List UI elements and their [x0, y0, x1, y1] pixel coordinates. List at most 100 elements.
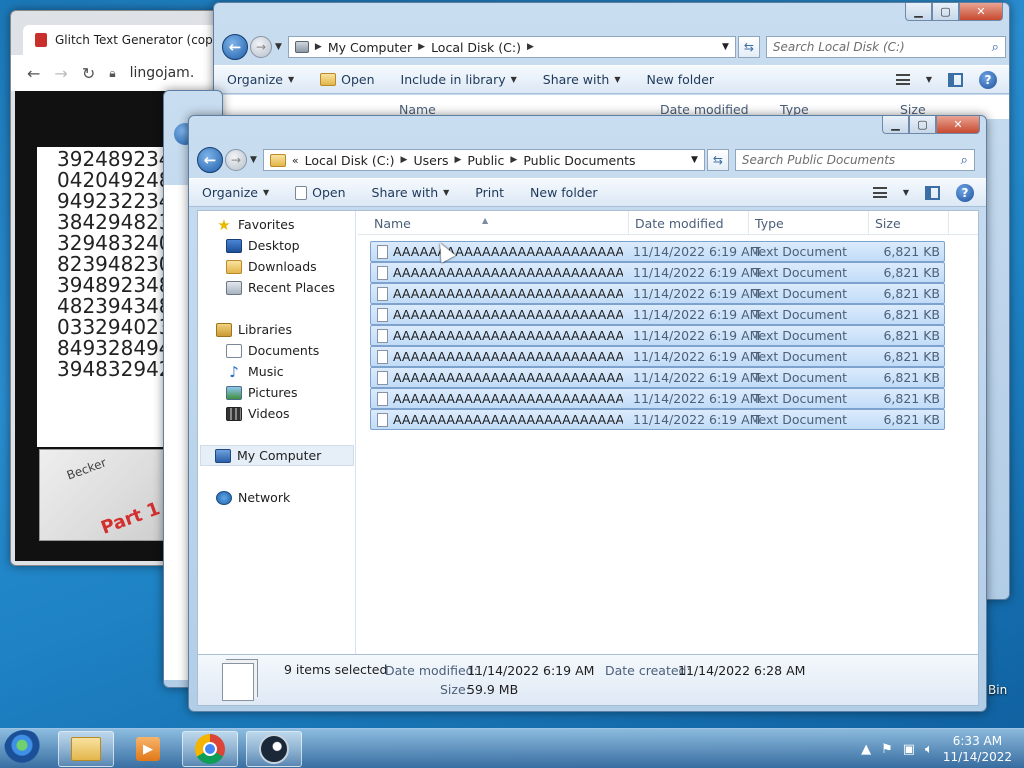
file-row[interactable]: AAAAAAAAAAAAAAAAAAAAAAAAAAAA... 11/14/202…	[370, 262, 945, 283]
nav-videos[interactable]: Videos	[226, 406, 290, 421]
address-bar[interactable]: « Local Disk (C:) ▶ Users ▶ Public ▶ Pub…	[262, 149, 705, 171]
file-date-modified: 11/14/2022 6:19 AM	[633, 328, 761, 343]
breadcrumb-public-documents[interactable]: Public Documents	[523, 153, 635, 168]
close-button[interactable]: ✕	[936, 116, 980, 134]
file-row[interactable]: AAAAAAAAAAAAAAAAAAAAAAAAAAAA... 11/14/202…	[370, 388, 945, 409]
help-icon[interactable]: ?	[956, 183, 974, 202]
text-document-icon	[377, 329, 388, 343]
clock[interactable]: 6:33 AM 11/14/2022	[943, 733, 1012, 765]
column-type[interactable]: Type	[755, 216, 784, 231]
address-dropdown-icon[interactable]: ▼	[722, 42, 729, 52]
caret-down-icon[interactable]: ▼	[903, 188, 909, 197]
print-button[interactable]: Print	[462, 185, 517, 200]
search-icon[interactable]: ⌕	[992, 40, 999, 55]
refresh-button[interactable]: ⇆	[737, 36, 760, 58]
include-in-library-button[interactable]: Include in library ▼	[388, 72, 530, 87]
taskbar-steam[interactable]	[246, 731, 302, 767]
address-dropdown-icon[interactable]: ▼	[691, 155, 698, 165]
text-document-icon	[377, 350, 388, 364]
open-button[interactable]: Open	[307, 72, 387, 87]
file-row[interactable]: AAAAAAAAAAAAAAAAAAAAAAAAAAAA... 11/14/202…	[370, 325, 945, 346]
close-button[interactable]: ✕	[959, 3, 1003, 21]
caret-down-icon[interactable]: ▼	[926, 75, 932, 84]
sort-ascending-icon: ▲	[482, 216, 489, 225]
file-row[interactable]: AAAAAAAAAAAAAAAAAAAAAAAAAAAA... 11/14/202…	[370, 304, 945, 325]
column-divider[interactable]	[868, 211, 869, 235]
nav-documents[interactable]: Documents	[226, 343, 319, 358]
share-with-label: Share with	[371, 185, 439, 200]
breadcrumb-local-disk[interactable]: Local Disk (C:)	[305, 153, 395, 168]
new-folder-button[interactable]: New folder	[517, 185, 611, 200]
url-bar[interactable]: lingojam.	[130, 65, 195, 81]
overflow-chevron-icon[interactable]: «	[292, 154, 299, 167]
file-row[interactable]: AAAAAAAAAAAAAAAAAAAAAAAAAAAA... 11/14/202…	[370, 283, 945, 304]
column-divider[interactable]	[628, 211, 629, 235]
nav-desktop[interactable]: Desktop	[226, 238, 300, 253]
file-row[interactable]: AAAAAAAAAAAAAAAAAAAAAAAAAAAA... 11/14/202…	[370, 346, 945, 367]
breadcrumb-public[interactable]: Public	[467, 153, 504, 168]
view-options-icon[interactable]	[895, 74, 910, 85]
breadcrumb-local-disk[interactable]: Local Disk (C:)	[431, 40, 521, 55]
forward-button[interactable]: →	[225, 149, 247, 171]
search-input[interactable]: Search Local Disk (C:) ⌕	[765, 36, 1006, 58]
nav-music[interactable]: ♪ Music	[226, 364, 283, 379]
forward-arrow-icon[interactable]: →	[54, 64, 67, 83]
recent-pages-dropdown[interactable]: ▼	[275, 42, 282, 52]
clock-date: 11/14/2022	[942, 750, 1012, 764]
nav-recent-places[interactable]: Recent Places	[226, 280, 335, 295]
column-name[interactable]: Name	[374, 216, 411, 231]
reload-icon[interactable]: ↻	[82, 64, 95, 83]
preview-pane-icon[interactable]	[948, 72, 963, 87]
share-with-button[interactable]: Share with ▼	[359, 185, 463, 200]
open-button[interactable]: Open	[282, 185, 358, 200]
maximize-button[interactable]: ▢	[932, 3, 959, 21]
maximize-button[interactable]: ▢	[909, 116, 936, 134]
column-size[interactable]: Size	[875, 216, 901, 231]
book-part-text: Part 1	[98, 498, 163, 539]
minimize-button[interactable]: ▁	[905, 3, 932, 21]
refresh-button[interactable]: ⇆	[706, 149, 729, 171]
forward-button[interactable]: →	[250, 36, 272, 58]
recent-pages-dropdown[interactable]: ▼	[250, 155, 257, 165]
minimize-button[interactable]: ▁	[882, 116, 909, 134]
back-button[interactable]: ←	[222, 34, 248, 60]
column-divider[interactable]	[748, 211, 749, 235]
recent-places-icon	[226, 280, 242, 295]
organize-button[interactable]: Organize ▼	[214, 72, 307, 87]
breadcrumb-my-computer[interactable]: My Computer	[328, 40, 412, 55]
file-row[interactable]: AAAAAAAAAAAAAAAAAAAAAAAAAAAA... 11/14/202…	[370, 367, 945, 388]
nav-network[interactable]: Network	[216, 490, 290, 505]
nav-pictures[interactable]: Pictures	[226, 385, 298, 400]
address-bar[interactable]: ▶ My Computer ▶ Local Disk (C:) ▶ ▼	[287, 36, 736, 58]
browser-tab[interactable]: Glitch Text Generator (copy an	[23, 25, 219, 55]
help-icon[interactable]: ?	[979, 70, 997, 89]
search-icon[interactable]: ⌕	[961, 153, 968, 168]
taskbar-chrome[interactable]	[182, 731, 238, 767]
back-button[interactable]: ←	[197, 147, 223, 173]
explorer-window-public-documents[interactable]: ▁ ▢ ✕ ← → ▼ « Local Disk (C:) ▶ Users ▶ …	[188, 115, 987, 712]
file-row[interactable]: AAAAAAAAAAAAAAAAAAAAAAAAAAAA... 11/14/202…	[370, 409, 945, 430]
network-status-icon[interactable]: ▣	[903, 742, 915, 757]
nav-libraries[interactable]: Libraries	[216, 322, 292, 337]
column-date-modified[interactable]: Date modified	[635, 216, 724, 231]
search-input[interactable]: Search Public Documents ⌕	[734, 149, 975, 171]
start-button[interactable]	[4, 730, 44, 768]
taskbar-media-player[interactable]: ▶	[120, 731, 176, 767]
nav-downloads[interactable]: Downloads	[226, 259, 317, 274]
show-hidden-icons-icon[interactable]: ▲	[861, 742, 871, 757]
volume-icon[interactable]: 🔈︎	[925, 742, 933, 757]
preview-pane-icon[interactable]	[925, 185, 940, 200]
column-divider[interactable]	[948, 211, 949, 235]
view-options-icon[interactable]	[872, 187, 887, 198]
nav-favorites[interactable]: ★ Favorites	[216, 217, 294, 232]
action-center-icon[interactable]: ⚑	[881, 742, 893, 757]
share-with-button[interactable]: Share with ▼	[530, 72, 634, 87]
file-row[interactable]: AAAAAAAAAAAAAAAAAAAAAAAAAAAA... 11/14/202…	[370, 241, 945, 262]
new-folder-button[interactable]: New folder	[634, 72, 728, 87]
breadcrumb-users[interactable]: Users	[413, 153, 448, 168]
recycle-bin-label[interactable]: Bin	[988, 683, 1007, 697]
taskbar-explorer[interactable]	[58, 731, 114, 767]
organize-button[interactable]: Organize ▼	[189, 185, 282, 200]
nav-my-computer[interactable]: My Computer	[200, 445, 354, 466]
back-arrow-icon[interactable]: ←	[27, 64, 40, 83]
